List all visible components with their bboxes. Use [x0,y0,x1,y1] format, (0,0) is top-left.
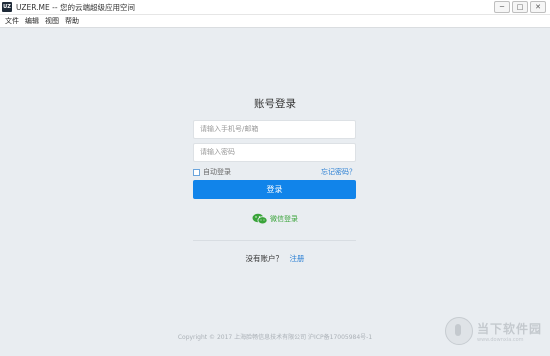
auto-login-label: 自动登录 [203,168,231,176]
register-row: 没有账户？ 注册 [0,253,550,264]
minimize-button[interactable]: ─ [494,1,510,13]
login-page: 账号登录 请输入手机号/邮箱 请输入密码 自动登录 忘记密码？ 登录 微信登录 … [0,28,550,356]
menu-bar: 文件 编辑 视图 帮助 [0,15,550,28]
wechat-login[interactable]: 微信登录 [0,213,550,225]
window-controls: ─ □ ✕ [494,1,546,13]
password-input[interactable]: 请输入密码 [193,143,356,162]
login-title: 账号登录 [254,98,296,110]
login-button[interactable]: 登录 [193,180,356,199]
window-title: UZER.ME -- 您的云端超级应用空间 [16,2,135,12]
menu-edit[interactable]: 编辑 [25,16,39,26]
register-link[interactable]: 注册 [289,254,304,263]
watermark-sub: www.downxia.com [476,336,524,343]
maximize-button[interactable]: □ [512,1,528,13]
watermark: 当下软件园 www.downxia.com [444,317,542,345]
watermark-text: 当下软件园 [476,321,542,336]
wechat-login-label: 微信登录 [270,215,298,223]
close-button[interactable]: ✕ [530,1,546,13]
no-account-text: 没有账户？ [245,254,284,263]
phone-email-input[interactable]: 请输入手机号/邮箱 [193,120,356,139]
login-options: 自动登录 忘记密码？ [193,167,356,177]
divider [193,240,356,241]
menu-help[interactable]: 帮助 [65,16,79,26]
auto-login-option[interactable]: 自动登录 [193,167,231,177]
forgot-password-link[interactable]: 忘记密码？ [321,167,356,177]
wechat-icon [252,213,268,225]
menu-view[interactable]: 视图 [45,16,59,26]
app-icon: UZ [2,2,12,12]
title-bar: UZ UZER.ME -- 您的云端超级应用空间 ─ □ ✕ [0,0,550,15]
menu-file[interactable]: 文件 [5,16,19,26]
watermark-logo-icon [444,317,473,345]
checkbox-icon[interactable] [193,168,200,176]
